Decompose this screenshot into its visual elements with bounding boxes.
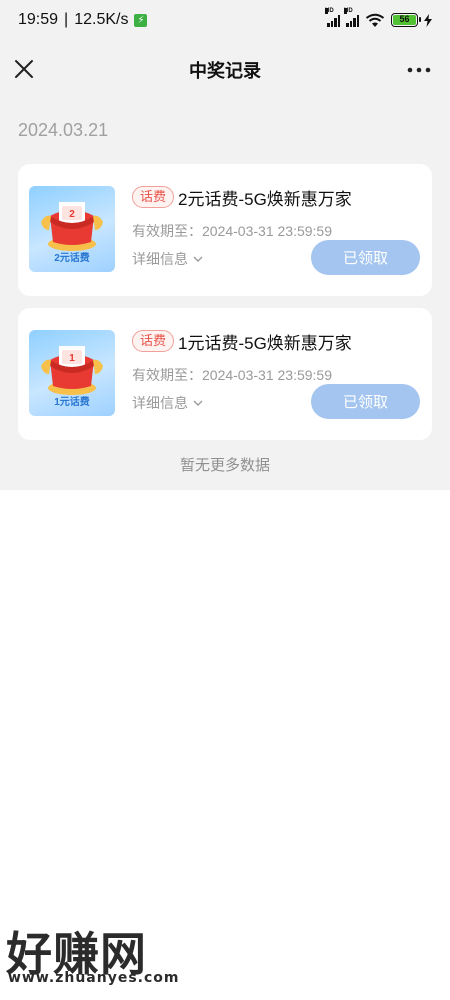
prize-title: 2元话费-5G焕新惠万家	[178, 190, 352, 209]
details-toggle[interactable]: 详细信息	[132, 249, 203, 269]
charging-icon	[424, 13, 432, 27]
details-label: 详细信息	[132, 395, 188, 411]
validity-text: 有效期至：2024-03-31 23:59:59	[132, 223, 332, 239]
status-divider: |	[64, 11, 69, 28]
category-tag: 话费	[132, 186, 175, 208]
status-left: 19:59 | 12.5K/s ⚡	[18, 11, 148, 29]
more-options-icon[interactable]	[406, 58, 432, 82]
close-icon[interactable]	[12, 57, 36, 81]
prize-thumbnail: 2 2元话费	[29, 186, 115, 272]
prize-thumbnail: 1 1元话费	[29, 330, 115, 416]
thumb-amount: 1	[69, 353, 75, 364]
app-notification-icon: ⚡	[134, 13, 148, 27]
record-card: 2 2元话费 话费 2元话费-5G焕新惠万家 有效期至：2024-03-31 2…	[18, 164, 432, 296]
page-title: 中奖记录	[189, 61, 261, 81]
wifi-icon	[365, 13, 385, 27]
category-tag: 话费	[132, 330, 175, 352]
status-right: HD HD 56	[325, 7, 432, 28]
chevron-down-icon	[193, 256, 203, 262]
record-card: 1 1元话费 话费 1元话费-5G焕新惠万家 有效期至：2024-03-31 2…	[18, 308, 432, 440]
battery-icon: 56	[391, 13, 421, 27]
no-more-data-text: 暂无更多数据	[179, 457, 270, 474]
battery-level: 56	[393, 15, 416, 25]
thumb-caption: 2元话费	[54, 253, 90, 264]
signal-icon-2: HD	[344, 7, 359, 27]
nav-bar: 中奖记录	[0, 44, 450, 96]
watermark-logo: 好赚网 www.zhuanyes.com	[2, 918, 202, 990]
chevron-down-icon	[193, 400, 203, 406]
claimed-button[interactable]: 已领取	[311, 240, 420, 275]
details-label: 详细信息	[132, 251, 188, 267]
signal-icon: HD	[325, 7, 340, 27]
network-speed: 12.5K/s	[74, 11, 129, 28]
status-bar: 19:59 | 12.5K/s ⚡ HD HD 56	[0, 0, 450, 40]
date-header: 2024.03.21	[18, 120, 109, 140]
status-time: 19:59	[18, 11, 59, 28]
validity-text: 有效期至：2024-03-31 23:59:59	[132, 367, 332, 383]
details-toggle[interactable]: 详细信息	[132, 393, 203, 413]
claimed-button[interactable]: 已领取	[311, 384, 420, 419]
thumb-amount: 2	[69, 209, 75, 220]
prize-title: 1元话费-5G焕新惠万家	[178, 334, 352, 353]
thumb-caption: 1元话费	[54, 397, 90, 408]
watermark-url: www.zhuanyes.com	[8, 970, 180, 986]
